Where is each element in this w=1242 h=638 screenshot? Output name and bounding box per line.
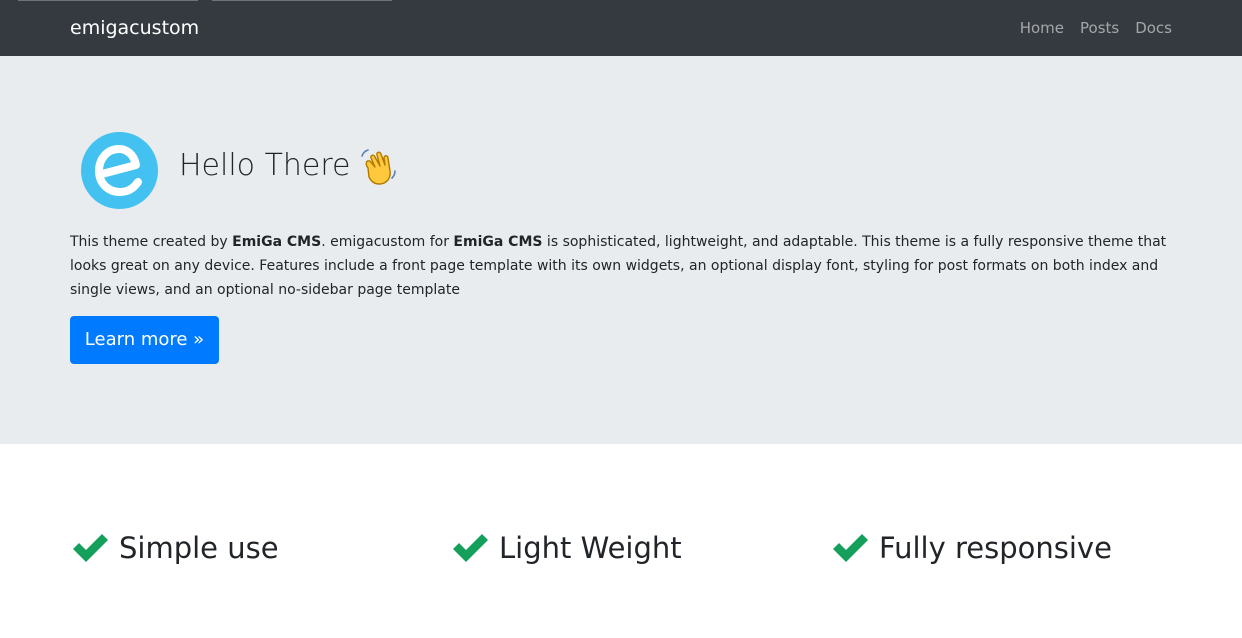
top-tab-indicator: [18, 0, 198, 1]
hero-description: This theme created by EmiGa CMS. emigacu…: [70, 230, 1170, 302]
hero-jumbotron: Hello There This theme created by EmiGa …: [0, 56, 1242, 444]
navbar: emigacustom Home Posts Docs: [0, 0, 1242, 56]
check-icon: [73, 534, 108, 562]
hero-text-bold: EmiGa CMS: [232, 234, 322, 250]
hero-text-segment: This theme created by: [70, 234, 233, 250]
hero-title-text: Hello There: [179, 148, 351, 183]
nav-link-posts[interactable]: Posts: [1080, 16, 1119, 40]
feature-label: Simple use: [119, 531, 279, 565]
nav-link-home[interactable]: Home: [1020, 16, 1064, 40]
hero-text-segment: . emigacustom for: [321, 234, 454, 250]
feature-label: Light Weight: [499, 531, 682, 565]
feature-label: Fully responsive: [879, 531, 1112, 565]
navbar-brand[interactable]: emigacustom: [70, 16, 199, 40]
nav-link-docs[interactable]: Docs: [1135, 16, 1172, 40]
check-icon: [453, 534, 488, 562]
learn-more-button[interactable]: Learn more »: [70, 316, 219, 364]
check-icon: [833, 534, 868, 562]
feature-fully-responsive: Fully responsive: [831, 530, 1112, 566]
hero-text-bold: EmiGa CMS: [453, 234, 543, 250]
top-tab-strip: [0, 0, 1242, 2]
features-section: Simple use Light Weight Fully responsive: [0, 444, 1242, 638]
feature-light-weight: Light Weight: [451, 530, 682, 566]
navbar-links: Home Posts Docs: [1020, 16, 1172, 40]
waving-hand-icon: [360, 148, 396, 185]
top-tab-indicator: [212, 0, 392, 1]
feature-simple-use: Simple use: [71, 530, 279, 566]
emiga-logo-icon: [81, 132, 158, 209]
hero-title: Hello There: [179, 146, 397, 186]
